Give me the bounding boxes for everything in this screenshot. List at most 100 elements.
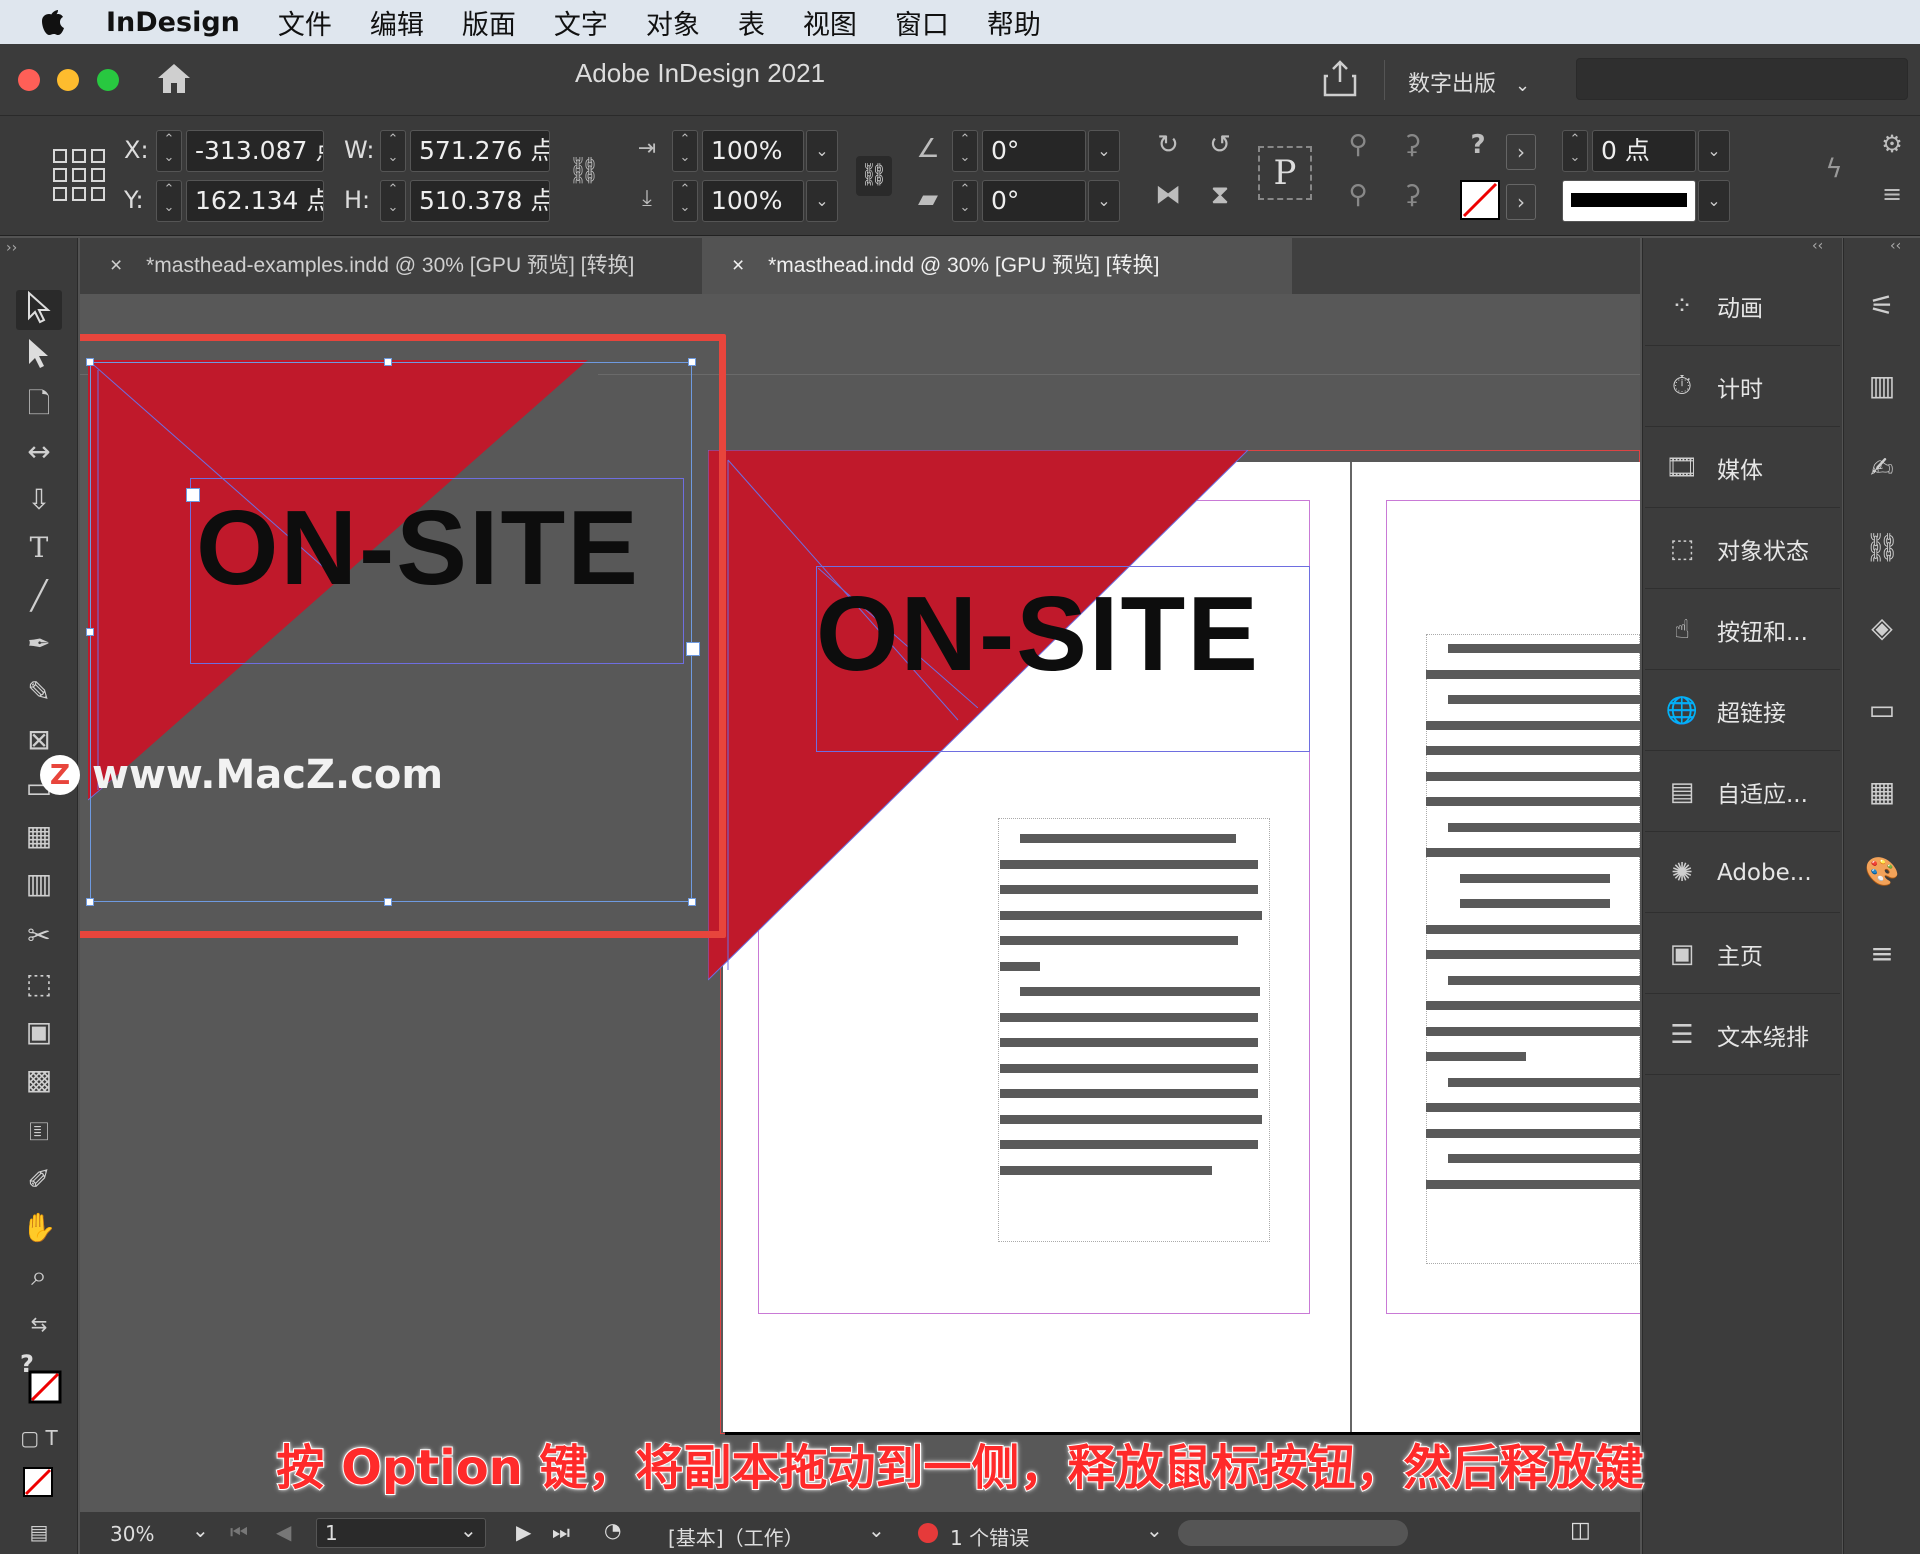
color-icon[interactable]: 🎨 (1858, 848, 1906, 896)
note-tool-icon[interactable]: 🗉 (16, 1112, 62, 1152)
select-next-icon[interactable]: ⚳ (1392, 180, 1432, 210)
select-container-icon[interactable]: ⚲ (1338, 130, 1378, 160)
link-scale-icon[interactable]: ⛓ (856, 156, 892, 196)
document-canvas[interactable]: ON-SITE ON-SITE (80, 294, 1640, 1512)
p-reference-icon[interactable]: P (1258, 146, 1312, 200)
share-icon[interactable] (1322, 60, 1358, 102)
w-field[interactable]: 571.276 点 (410, 130, 550, 172)
stroke-weight-stepper[interactable]: ⌃ ⌄ (1562, 130, 1588, 172)
menu-view[interactable]: 视图 (803, 3, 857, 42)
stroke-type-dropdown[interactable]: ⌄ (1698, 180, 1730, 222)
grid-tool-icon[interactable]: ▥ (16, 864, 62, 904)
scale-y-dropdown[interactable]: ⌄ (806, 180, 838, 222)
direct-selection-tool-icon[interactable] (16, 336, 62, 376)
shear-field[interactable]: 0° (982, 180, 1086, 222)
open-document-icon[interactable]: ◔ (604, 1518, 621, 1542)
scale-y-stepper[interactable]: ⌃ ⌄ (672, 180, 698, 222)
menu-table[interactable]: 表 (738, 3, 765, 42)
w-stepper[interactable]: ⌃ ⌄ (380, 130, 406, 172)
shear-dropdown[interactable]: ⌄ (1088, 180, 1120, 222)
scale-x-field[interactable]: 100% (702, 130, 804, 172)
collapse-strip-icon[interactable]: ‹‹ (1890, 238, 1901, 254)
zoom-dropdown-icon[interactable]: ⌄ (192, 1518, 209, 1542)
horizontal-scrollbar[interactable] (1178, 1520, 1408, 1546)
edit-icon[interactable]: ✍ (1858, 444, 1906, 492)
rotate-dropdown[interactable]: ⌄ (1088, 130, 1120, 172)
scale-x-dropdown[interactable]: ⌄ (806, 130, 838, 172)
line-tool-icon[interactable]: ╱ (16, 576, 62, 616)
settings-gear-icon[interactable]: ⚙ (1872, 130, 1912, 158)
errors-dropdown-icon[interactable]: ⌄ (1146, 1518, 1163, 1542)
gradient-icon[interactable]: ▭ (1858, 686, 1906, 734)
shear-stepper[interactable]: ⌃ ⌄ (952, 180, 978, 222)
minimize-window-button[interactable] (57, 69, 79, 91)
select-content-icon[interactable]: ⚳ (1392, 130, 1432, 160)
menu-help[interactable]: 帮助 (987, 3, 1041, 42)
last-page-icon[interactable]: ⏭ (552, 1520, 570, 1544)
panel-text-wrap[interactable]: ☰ 文本绕排 (1645, 995, 1840, 1075)
panel-animation[interactable]: ⁘ 动画 (1645, 266, 1840, 346)
stroke-swatch-icon[interactable] (1460, 180, 1500, 220)
zoom-window-button[interactable] (97, 69, 119, 91)
close-tab-icon[interactable]: × (110, 254, 122, 277)
menu-file[interactable]: 文件 (278, 3, 332, 42)
reference-point-icon[interactable] (52, 148, 106, 206)
y-stepper[interactable]: ⌃ ⌄ (156, 180, 182, 222)
panel-timing[interactable]: ⏱ 计时 (1645, 347, 1840, 427)
menu-layout[interactable]: 版面 (462, 3, 516, 42)
rotate-field[interactable]: 0° (982, 130, 1086, 172)
panel-menu-icon[interactable]: ≡ (1872, 180, 1912, 208)
free-transform-tool-icon[interactable]: ⬚ (16, 964, 62, 1004)
h-stepper[interactable]: ⌃ ⌄ (380, 180, 406, 222)
workspace-switcher[interactable]: 数字出版 ⌄ (1408, 66, 1530, 98)
swatches-icon[interactable]: ▦ (1858, 768, 1906, 816)
collapse-panels-icon[interactable]: ‹‹ (1812, 238, 1823, 254)
headline-text-on-page[interactable]: ON-SITE (816, 574, 1260, 695)
tab-masthead-examples[interactable]: × *masthead-examples.indd @ 30% [GPU 预览]… (80, 238, 700, 294)
tab-masthead[interactable]: × *masthead.indd @ 30% [GPU 预览] [转换] (702, 238, 1292, 294)
search-input[interactable] (1576, 58, 1908, 100)
stroke-weight-field[interactable]: 0 点 (1592, 130, 1696, 172)
x-field[interactable]: -313.087 点 (186, 130, 324, 172)
properties-icon[interactable]: ⚟ (1858, 282, 1906, 330)
panel-pages[interactable]: ▣ 主页 (1645, 914, 1840, 994)
links-icon[interactable]: ⛓ (1858, 524, 1906, 572)
zoom-tool-icon[interactable]: ⌕ (16, 1256, 62, 1296)
rotate-ccw-icon[interactable]: ↺ (1200, 130, 1240, 160)
pen-tool-icon[interactable]: ✒ (16, 624, 62, 664)
preflight-errors[interactable]: 1 个错误 (950, 1522, 1029, 1551)
panel-object-states[interactable]: ⬚ 对象状态 (1645, 509, 1840, 589)
scale-y-field[interactable]: 100% (702, 180, 804, 222)
panel-liquid-layout[interactable]: ▤ 自适应... (1645, 752, 1840, 832)
h-field[interactable]: 510.378 点 (410, 180, 550, 222)
rotate-cw-icon[interactable]: ↻ (1148, 130, 1188, 160)
cc-libraries-icon[interactable]: ▥ (1858, 362, 1906, 410)
hand-tool-icon[interactable]: ✋ (16, 1208, 62, 1248)
stroke-weight-dropdown[interactable]: ⌄ (1698, 130, 1730, 172)
layers-icon[interactable]: ◈ (1858, 604, 1906, 652)
rotate-stepper[interactable]: ⌃ ⌄ (952, 130, 978, 172)
stroke-menu-arrow[interactable]: › (1506, 184, 1536, 220)
panel-media[interactable]: 🎞 媒体 (1645, 428, 1840, 508)
stroke-type-select[interactable] (1562, 180, 1696, 222)
zoom-level[interactable]: 30% (110, 1522, 154, 1546)
collapse-tools-icon[interactable]: ›› (6, 240, 17, 256)
home-icon[interactable] (154, 60, 194, 100)
scissors-tool-icon[interactable]: ✂ (16, 916, 62, 956)
menu-app-name[interactable]: InDesign (106, 7, 240, 38)
gradient-feather-tool-icon[interactable]: ▩ (16, 1060, 62, 1100)
fill-stroke-swatch-icon[interactable]: ? (18, 1350, 64, 1406)
close-window-button[interactable] (18, 69, 40, 91)
selection-tool-icon[interactable] (16, 290, 62, 330)
eyedropper-tool-icon[interactable]: ✐ (16, 1160, 62, 1200)
panel-adobe-color[interactable]: ✺ Adobe... (1645, 833, 1840, 913)
close-tab-icon[interactable]: × (732, 254, 744, 277)
screen-mode-icon[interactable]: ▤ (16, 1512, 62, 1552)
page-dropdown-icon[interactable]: ⌄ (460, 1518, 477, 1542)
profile-dropdown-icon[interactable]: ⌄ (868, 1518, 885, 1542)
first-page-icon[interactable]: ⏮ (230, 1520, 248, 1544)
apple-logo-icon[interactable] (38, 7, 78, 37)
constrain-proportions-icon[interactable]: ⛓ (566, 156, 602, 186)
panel-hyperlinks[interactable]: 🌐 超链接 (1645, 671, 1840, 751)
y-field[interactable]: 162.134 点 (186, 180, 324, 222)
